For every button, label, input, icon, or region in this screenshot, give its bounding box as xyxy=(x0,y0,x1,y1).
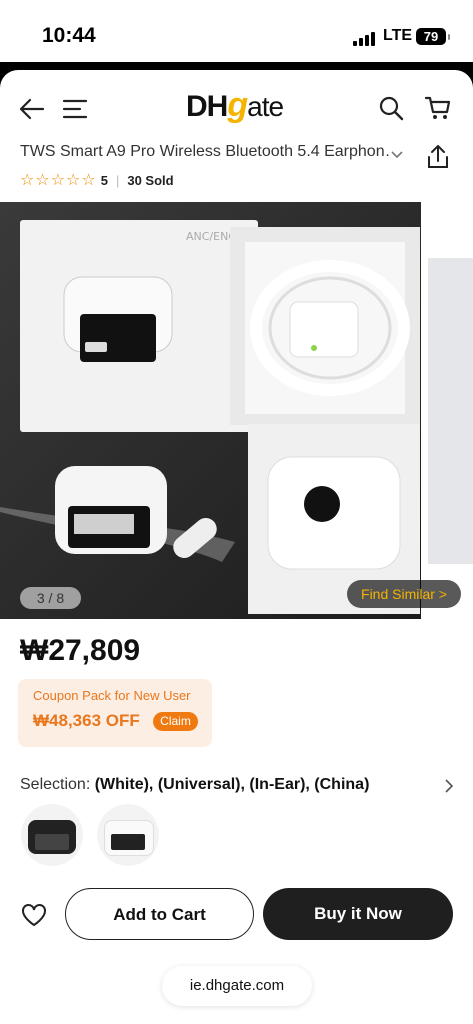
cart-icon[interactable] xyxy=(423,93,453,123)
back-arrow-icon[interactable] xyxy=(18,95,46,123)
network-type: LTE xyxy=(383,27,413,44)
box-print-text: ANC/ENC xyxy=(186,230,236,243)
claim-button[interactable]: Claim xyxy=(153,712,198,731)
battery-icon: 79 xyxy=(416,28,450,45)
product-price: ₩27,809 xyxy=(20,634,141,667)
coupon-amount: ₩48,363 OFF xyxy=(33,711,140,730)
coupon-label: Coupon Pack for New User xyxy=(33,688,191,703)
selection-label: Selection: xyxy=(20,776,91,793)
variant-screen xyxy=(111,834,145,850)
find-similar-button[interactable]: Find Similar > xyxy=(347,580,461,608)
chevron-down-icon[interactable] xyxy=(388,148,406,162)
divider: | xyxy=(115,172,120,188)
status-bar: 10:44 LTE 79 xyxy=(0,0,473,64)
share-icon[interactable] xyxy=(424,143,452,171)
dhgate-logo[interactable]: DHgate xyxy=(186,86,284,128)
selection-value: (White), (Universal), (In-Ear), (China) xyxy=(94,776,370,793)
product-image-gallery[interactable]: ANC/ENC xyxy=(0,202,421,619)
buy-now-button[interactable]: Buy it Now xyxy=(263,888,453,940)
selection-row[interactable]: Selection: (White), (Universal), (In-Ear… xyxy=(20,776,369,794)
rating-value: 5 xyxy=(100,172,108,188)
coupon-card[interactable]: Coupon Pack for New User ₩48,363 OFF Cla… xyxy=(18,679,212,747)
product-title: TWS Smart A9 Pro Wireless Bluetooth 5.4 … xyxy=(20,143,390,160)
browser-url-bar[interactable]: ie.dhgate.com xyxy=(162,966,312,1006)
search-icon[interactable] xyxy=(376,93,406,123)
star-rating-icon: ☆☆☆☆☆ xyxy=(20,172,96,189)
sold-count: 30 Sold xyxy=(127,172,174,188)
variant-screen xyxy=(35,834,69,850)
add-to-cart-button[interactable]: Add to Cart xyxy=(65,888,254,940)
status-time: 10:44 xyxy=(42,24,96,47)
signal-icon xyxy=(353,30,377,46)
variant-thumb-black[interactable] xyxy=(21,804,83,866)
chevron-right-icon[interactable] xyxy=(444,778,454,799)
next-image-peek[interactable] xyxy=(428,258,473,564)
gallery-counter: 3 / 8 xyxy=(20,587,81,609)
rating-row[interactable]: ☆☆☆☆☆ 5 | 30 Sold xyxy=(20,170,174,190)
variant-thumb-white[interactable] xyxy=(97,804,159,866)
wishlist-heart-icon[interactable] xyxy=(20,902,48,933)
menu-icon[interactable] xyxy=(60,95,90,123)
